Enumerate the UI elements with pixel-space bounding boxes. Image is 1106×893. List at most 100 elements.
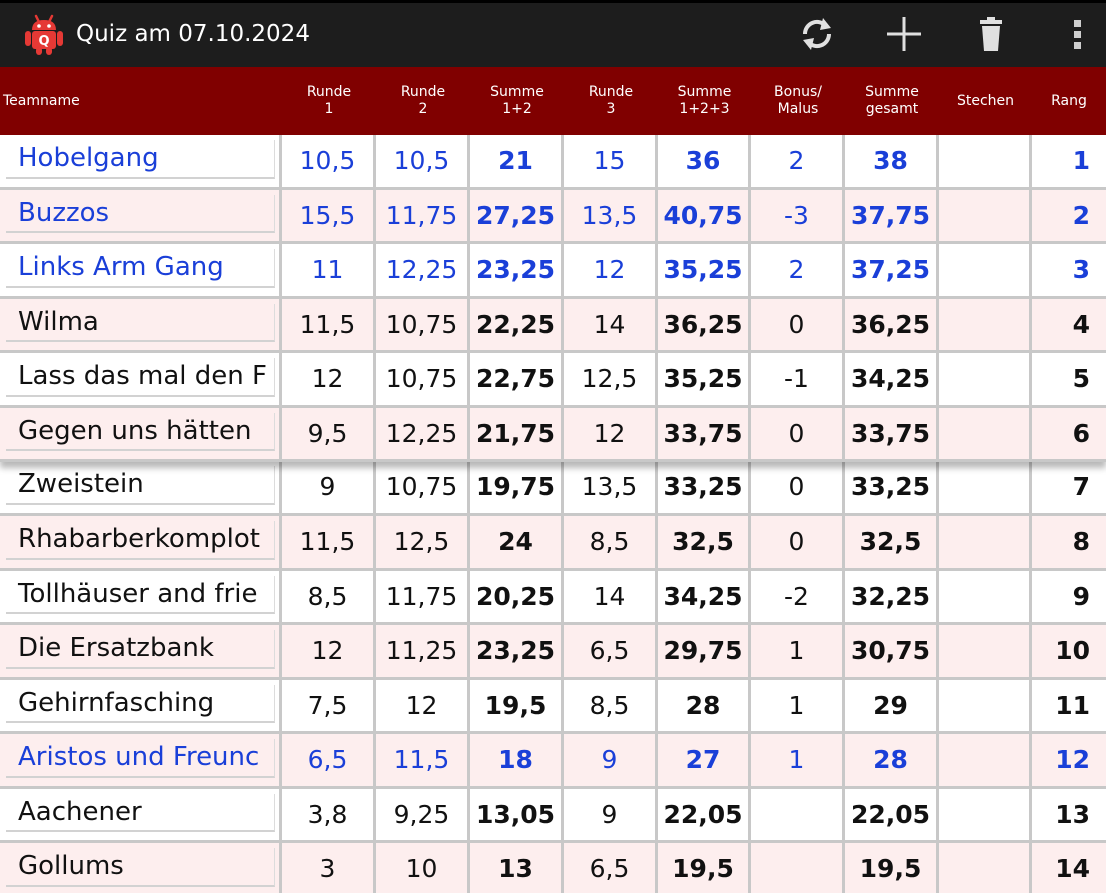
cell-rank[interactable]: 1 [1032, 135, 1106, 190]
cell-rank[interactable]: 10 [1032, 625, 1106, 680]
cell-r1[interactable]: 9 [282, 461, 376, 516]
cell-bonus[interactable]: 2 [751, 244, 845, 299]
cell-bonus[interactable]: 1 [751, 679, 845, 734]
cell-r1[interactable]: 11,5 [282, 298, 376, 353]
overflow-menu-button[interactable] [1054, 10, 1102, 58]
team-name-field[interactable]: Gollums [6, 848, 275, 887]
cell-bonus[interactable]: -1 [751, 353, 845, 408]
cell-bonus[interactable]: -2 [751, 570, 845, 625]
cell-rank[interactable]: 5 [1032, 353, 1106, 408]
cell-rank[interactable]: 2 [1032, 190, 1106, 244]
table-row[interactable]: Rhabarberkomplot 11,5 12,5 24 8,5 32,5 0 32,5 8 [0, 516, 1106, 571]
team-name-field[interactable]: Lass das mal den F [6, 358, 275, 397]
table-row[interactable]: Gehirnfasching 7,5 12 19,5 8,5 28 1 29 11 [0, 679, 1106, 734]
cell-bonus[interactable]: 0 [751, 298, 845, 353]
cell-r3[interactable]: 14 [564, 570, 658, 625]
team-name-field[interactable]: Gehirnfasching [6, 684, 275, 723]
cell-r1[interactable]: 8,5 [282, 570, 376, 625]
table-row[interactable]: Lass das mal den F 12 10,75 22,75 12,5 35,25 -… [0, 353, 1106, 408]
cell-r1[interactable]: 15,5 [282, 189, 376, 244]
cell-r3[interactable]: 15 [564, 135, 658, 190]
cell-team[interactable]: Gollums [0, 843, 282, 893]
cell-bonus[interactable] [751, 843, 845, 893]
team-name-field[interactable]: Rhabarberkomplot [6, 521, 275, 560]
team-name-field[interactable]: Tollhäuser and frie [6, 575, 275, 614]
cell-r3[interactable]: 9 [564, 734, 658, 789]
team-name-field[interactable]: Aachener [6, 793, 275, 832]
cell-team[interactable]: Gegen uns hätten [0, 407, 282, 462]
cell-bonus[interactable]: 0 [751, 461, 845, 516]
cell-stechen[interactable] [939, 298, 1032, 353]
cell-rank[interactable]: 3 [1032, 244, 1106, 299]
table-row[interactable]: Buzzos 15,5 11,75 27,25 13,5 40,75 -3 37,75 2 [0, 189, 1106, 244]
cell-r3[interactable]: 13,5 [564, 461, 658, 516]
table-row[interactable]: Aachener 3,8 9,25 13,05 9 22,05 22,05 13 [0, 788, 1106, 843]
cell-bonus[interactable]: 1 [751, 734, 845, 789]
team-name-field[interactable]: Aristos und Freunc [6, 739, 275, 778]
cell-r3[interactable]: 9 [564, 788, 658, 843]
table-row[interactable]: Gollums 3 10 13 6,5 19,5 19,5 14 [0, 843, 1106, 893]
cell-rank[interactable]: 13 [1032, 789, 1106, 843]
cell-r2[interactable]: 10 [376, 843, 470, 893]
cell-r3[interactable]: 6,5 [564, 843, 658, 893]
cell-stechen[interactable] [939, 516, 1032, 571]
cell-rank[interactable]: 7 [1032, 461, 1106, 516]
cell-r3[interactable]: 12 [564, 407, 658, 462]
cell-r2[interactable]: 10,75 [376, 353, 470, 408]
table-row[interactable]: Tollhäuser and frie 8,5 11,75 20,25 14 34,25 -… [0, 570, 1106, 625]
cell-r3[interactable]: 8,5 [564, 516, 658, 571]
cell-r2[interactable]: 12,5 [376, 516, 470, 571]
cell-r1[interactable]: 7,5 [282, 679, 376, 734]
cell-r1[interactable]: 12 [282, 625, 376, 680]
cell-r3[interactable]: 12 [564, 244, 658, 299]
table-row[interactable]: Wilma 11,5 10,75 22,25 14 36,25 0 36,25 4 [0, 298, 1106, 353]
delete-button[interactable] [967, 10, 1015, 58]
cell-stechen[interactable] [939, 734, 1032, 789]
cell-r2[interactable]: 9,25 [376, 788, 470, 843]
cell-rank[interactable]: 14 [1032, 843, 1106, 893]
cell-stechen[interactable] [939, 135, 1032, 190]
cell-r3[interactable]: 6,5 [564, 625, 658, 680]
cell-r2[interactable]: 12,25 [376, 244, 470, 299]
android-app-icon[interactable]: Q [24, 12, 64, 56]
cell-r1[interactable]: 6,5 [282, 734, 376, 789]
team-name-field[interactable]: Buzzos [6, 194, 275, 233]
cell-r3[interactable]: 8,5 [564, 679, 658, 734]
cell-stechen[interactable] [939, 843, 1032, 893]
cell-r2[interactable]: 10,75 [376, 461, 470, 516]
cell-rank[interactable]: 9 [1032, 571, 1106, 625]
cell-r3[interactable]: 14 [564, 298, 658, 353]
cell-rank[interactable]: 6 [1032, 408, 1106, 462]
refresh-button[interactable] [793, 10, 841, 58]
cell-stechen[interactable] [939, 407, 1032, 462]
team-name-field[interactable]: Links Arm Gang [6, 249, 275, 288]
cell-rank[interactable]: 12 [1032, 734, 1106, 789]
cell-bonus[interactable]: -3 [751, 189, 845, 244]
cell-team[interactable]: Hobelgang [0, 135, 282, 190]
cell-bonus[interactable]: 0 [751, 407, 845, 462]
cell-team[interactable]: Rhabarberkomplot [0, 516, 282, 571]
cell-team[interactable]: Aachener [0, 788, 282, 843]
cell-team[interactable]: Wilma [0, 298, 282, 353]
table-row[interactable]: Hobelgang 10,5 10,5 21 15 36 2 38 1 [0, 135, 1106, 190]
cell-stechen[interactable] [939, 244, 1032, 299]
cell-r1[interactable]: 12 [282, 353, 376, 408]
cell-stechen[interactable] [939, 625, 1032, 680]
cell-r2[interactable]: 10,75 [376, 298, 470, 353]
cell-team[interactable]: Tollhäuser and frie [0, 570, 282, 625]
cell-r3[interactable]: 12,5 [564, 353, 658, 408]
cell-r2[interactable]: 11,5 [376, 734, 470, 789]
team-name-field[interactable]: Wilma [6, 303, 275, 342]
cell-r2[interactable]: 11,25 [376, 625, 470, 680]
table-row[interactable]: Aristos und Freunc 6,5 11,5 18 9 27 1 28 12 [0, 734, 1106, 789]
cell-r3[interactable]: 13,5 [564, 189, 658, 244]
table-row[interactable]: Die Ersatzbank 12 11,25 23,25 6,5 29,75 1 30,75… [0, 625, 1106, 680]
cell-rank[interactable]: 8 [1032, 516, 1106, 571]
cell-stechen[interactable] [939, 461, 1032, 516]
table-row[interactable]: Zweistein 9 10,75 19,75 13,5 33,25 0 33,25 7 [0, 461, 1106, 516]
cell-r1[interactable]: 11,5 [282, 516, 376, 571]
cell-team[interactable]: Die Ersatzbank [0, 625, 282, 680]
cell-r2[interactable]: 10,5 [376, 135, 470, 190]
cell-bonus[interactable]: 1 [751, 625, 845, 680]
cell-r1[interactable]: 3 [282, 843, 376, 893]
